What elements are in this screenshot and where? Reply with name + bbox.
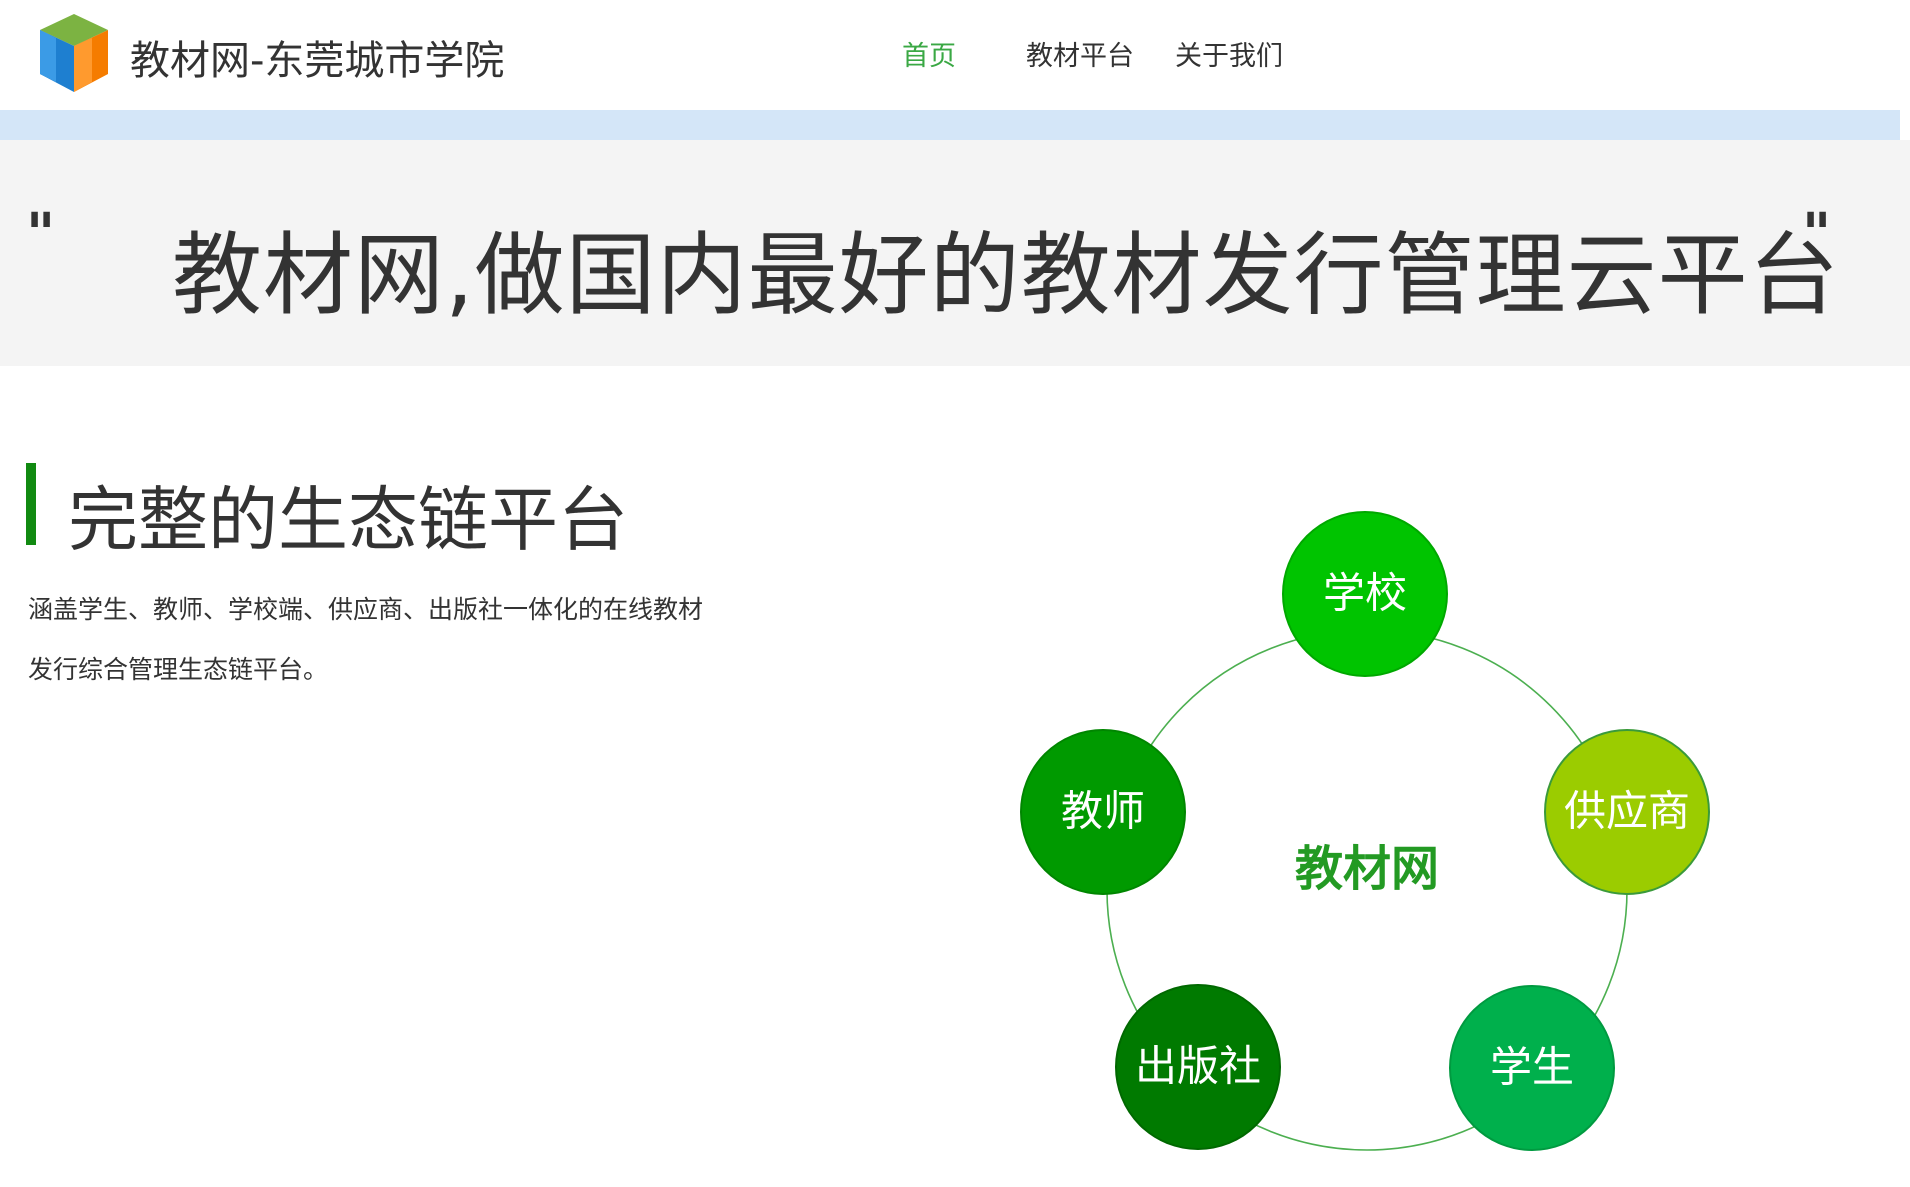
ecosystem-node-supplier: 供应商 bbox=[1544, 729, 1710, 895]
section-description: 涵盖学生、教师、学校端、供应商、出版社一体化的在线教材发行综合管理生态链平台。 bbox=[28, 595, 704, 684]
ecosystem-node-teacher: 教师 bbox=[1020, 729, 1186, 895]
nav-home[interactable]: 首页 bbox=[902, 34, 956, 73]
logo-cube-icon[interactable] bbox=[36, 12, 112, 94]
node-label-student: 学生 bbox=[1490, 1043, 1574, 1092]
section-accent-bar bbox=[26, 463, 36, 545]
node-label-teacher: 教师 bbox=[1061, 787, 1145, 836]
ecosystem-node-student: 学生 bbox=[1449, 985, 1615, 1151]
section-title: 完整的生态链平台 bbox=[68, 479, 628, 561]
ecosystem-center-label: 教材网 bbox=[1295, 841, 1439, 897]
hero-slogan: 教材网,做国内最好的教材发行管理云平台 bbox=[172, 223, 1840, 328]
hero-open-quote: " bbox=[26, 202, 56, 267]
header-divider-strip bbox=[0, 110, 1900, 140]
node-label-supplier: 供应商 bbox=[1564, 787, 1690, 836]
site-title[interactable]: 教材网-东莞城市学院 bbox=[130, 28, 504, 86]
site-header: 教材网-东莞城市学院 首页 教材平台 关于我们 bbox=[0, 0, 1910, 110]
hero-banner: " 教材网,做国内最好的教材发行管理云平台 " bbox=[0, 140, 1910, 366]
nav-about-us[interactable]: 关于我们 bbox=[1175, 34, 1283, 73]
ecosystem-diagram: 教材网 学校 供应商 学生 出版社 教师 bbox=[1020, 511, 1710, 1151]
ecosystem-node-publisher: 出版社 bbox=[1115, 984, 1281, 1150]
node-label-school: 学校 bbox=[1323, 569, 1407, 618]
hero-close-quote: " bbox=[1802, 202, 1832, 267]
nav-textbook-platform[interactable]: 教材平台 bbox=[1026, 34, 1134, 73]
node-label-publisher: 出版社 bbox=[1135, 1042, 1261, 1091]
ecosystem-node-school: 学校 bbox=[1282, 511, 1448, 677]
